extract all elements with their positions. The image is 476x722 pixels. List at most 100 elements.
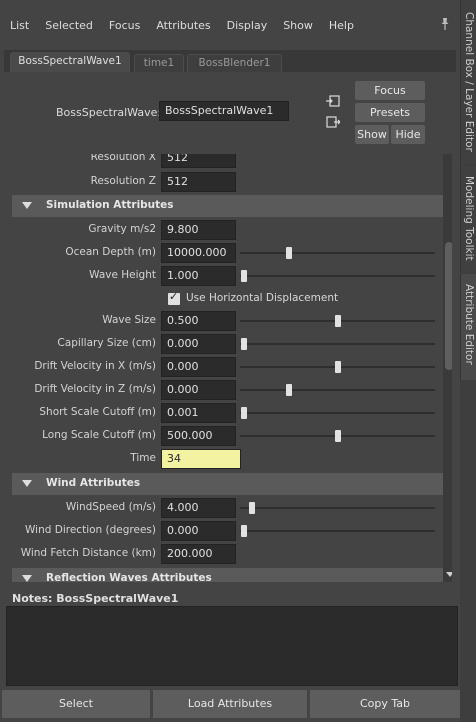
collapse-triangle-icon[interactable] [22,202,32,209]
gravity-field[interactable]: 9.800 [161,220,236,240]
notes-label: Notes: BossSpectralWave1 [12,592,179,605]
wave-height-field[interactable]: 1.000 [161,266,236,286]
wind-direction-slider[interactable] [240,525,435,537]
slider-handle[interactable] [240,525,247,537]
slider-handle[interactable] [240,270,247,282]
slider-handle[interactable] [285,384,292,396]
section-title: Simulation Attributes [46,199,174,211]
attr-row-use-horizontal-displacement: ✓ Use Horizontal Displacement [4,290,440,308]
wind-fetch-distance-field[interactable]: 200.000 [161,544,236,564]
collapse-triangle-icon[interactable] [22,575,32,582]
short-scale-cutoff-field[interactable]: 0.001 [161,403,236,423]
collapse-triangle-icon[interactable] [22,480,32,487]
wave-size-field[interactable]: 0.500 [161,311,236,331]
output-connection-icon[interactable] [326,115,340,129]
pin-icon[interactable] [440,17,450,31]
notes-textarea[interactable] [6,606,458,686]
side-tab-modeling-toolkit[interactable]: Modeling Toolkit [460,166,476,272]
tab-bossblender1[interactable]: BossBlender1 [187,54,282,72]
wave-height-slider[interactable] [240,270,435,282]
attr-label: WindSpeed (m/s) [65,501,156,513]
attribute-scroll-area[interactable]: Resolution X 512 Resolution Z 512 Simula… [4,154,452,582]
ocean-depth-slider[interactable] [240,247,435,259]
drift-velocity-z-field[interactable]: 0.000 [161,380,236,400]
load-attributes-button[interactable]: Load Attributes [153,690,307,718]
attr-row-wind-direction: Wind Direction (degrees) 0.000 [4,521,440,541]
use-horizontal-displacement-checkbox[interactable]: ✓ [168,290,180,305]
resolution-x-field[interactable]: 512 [161,154,236,168]
slider-handle[interactable] [240,407,247,419]
attr-label: Wave Size [102,314,156,326]
copy-tab-button[interactable]: Copy Tab [310,690,460,718]
wind-direction-field[interactable]: 0.000 [161,521,236,541]
select-button[interactable]: Select [2,690,150,718]
attr-label: Wind Direction (degrees) [25,524,156,536]
slider-handle[interactable] [334,315,341,327]
attr-label: Wind Fetch Distance (km) [20,547,156,559]
menu-focus[interactable]: Focus [109,19,140,32]
attr-row-drift-velocity-z: Drift Velocity in Z (m/s) 0.000 [4,380,440,400]
attr-label: Ocean Depth (m) [65,246,156,258]
menu-help[interactable]: Help [329,19,354,32]
show-button[interactable]: Show [355,125,389,144]
section-wind-attributes[interactable]: Wind Attributes [12,473,443,495]
attr-row-windspeed: WindSpeed (m/s) 4.000 [4,498,440,518]
menu-attributes[interactable]: Attributes [156,19,210,32]
section-title: Wind Attributes [46,477,141,489]
vertical-scrollbar[interactable] [443,154,452,582]
slider-handle[interactable] [285,247,292,259]
menu-list[interactable]: List [10,19,29,32]
drift-velocity-z-slider[interactable] [240,384,435,396]
checkbox-label: Use Horizontal Displacement [186,292,339,304]
section-simulation-attributes[interactable]: Simulation Attributes [12,195,443,217]
input-connection-icon[interactable] [326,94,340,108]
attr-label: Resolution Z [90,175,156,187]
slider-handle[interactable] [248,502,255,514]
presets-button[interactable]: Presets [355,103,425,122]
node-type-label: BossSpectralWave: [56,106,162,119]
attr-row-drift-velocity-x: Drift Velocity in X (m/s) 0.000 [4,357,440,377]
drift-velocity-x-field[interactable]: 0.000 [161,357,236,377]
section-title: Reflection Waves Attributes [46,572,212,582]
side-tab-label: Attribute Editor [463,284,475,365]
short-scale-cutoff-slider[interactable] [240,407,435,419]
attr-row-resolution-x: Resolution X 512 [4,154,440,168]
attr-label: Long Scale Cutoff (m) [42,429,156,441]
slider-handle[interactable] [334,430,341,442]
ocean-depth-field[interactable]: 10000.000 [161,243,236,263]
long-scale-cutoff-slider[interactable] [240,430,435,442]
side-tab-label: Modeling Toolkit [463,176,475,261]
menu-show[interactable]: Show [283,19,313,32]
slider-handle[interactable] [334,361,341,373]
attr-label: Gravity m/s2 [88,223,156,235]
side-tab-strip: Channel Box / Layer Editor Modeling Tool… [460,0,476,722]
windspeed-field[interactable]: 4.000 [161,498,236,518]
side-tab-attribute-editor[interactable]: Attribute Editor [460,274,476,380]
attr-label: Capillary Size (cm) [57,337,156,349]
scroll-down-arrow-icon[interactable] [444,568,452,580]
attr-label: Drift Velocity in X (m/s) [34,360,156,372]
tab-time1[interactable]: time1 [134,54,184,72]
windspeed-slider[interactable] [240,502,435,514]
tab-bossspectralwave1[interactable]: BossSpectralWave1 [10,52,130,72]
attr-row-wave-height: Wave Height 1.000 [4,266,440,286]
node-name-field[interactable]: BossSpectralWave1 [159,101,289,121]
capillary-size-slider[interactable] [240,338,435,350]
wave-size-slider[interactable] [240,315,435,327]
long-scale-cutoff-field[interactable]: 500.000 [161,426,236,446]
attr-row-capillary-size: Capillary Size (cm) 0.000 [4,334,440,354]
resolution-z-field[interactable]: 512 [161,172,236,192]
drift-velocity-x-slider[interactable] [240,361,435,373]
capillary-size-field[interactable]: 0.000 [161,334,236,354]
scrollbar-thumb[interactable] [445,242,452,370]
menu-display[interactable]: Display [227,19,268,32]
slider-handle[interactable] [240,338,247,350]
side-tab-channel-box[interactable]: Channel Box / Layer Editor [460,0,476,164]
menu-selected[interactable]: Selected [45,19,93,32]
hide-button[interactable]: Hide [391,125,425,144]
attr-label: Drift Velocity in Z (m/s) [34,383,156,395]
section-reflection-waves-attributes[interactable]: Reflection Waves Attributes [12,568,443,582]
side-tab-label: Channel Box / Layer Editor [463,12,475,152]
focus-button[interactable]: Focus [355,81,425,100]
time-field[interactable]: 34 [161,449,241,469]
